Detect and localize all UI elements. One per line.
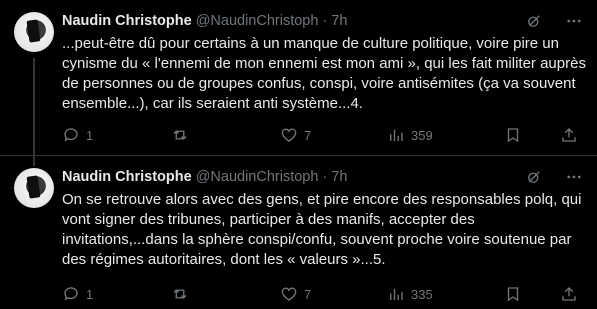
views-icon [390,288,403,300]
tweet-text: ...peut-être dû pour certains à un manqu… [62,35,586,112]
share-button[interactable] [560,126,578,144]
reply-count: 1 [86,286,94,302]
tweet-actions: 1 7 335 [62,284,583,304]
share-icon [562,287,576,301]
timestamp[interactable]: 7h [331,169,347,185]
reply-count: 1 [86,127,94,143]
views-button[interactable]: 359 [387,126,433,144]
more-icon[interactable] [565,168,583,186]
like-button[interactable]: 7 [280,126,311,144]
header-actions [525,167,583,187]
bookmark-button[interactable] [504,285,522,303]
tweet-text: On se retrouve alors avec des gens, et p… [62,191,582,268]
views-icon [390,129,403,141]
more-icon[interactable] [565,12,583,30]
separator-dot: · [322,169,328,185]
reply-icon [64,287,78,301]
avatar[interactable] [14,12,54,52]
share-icon [562,128,576,142]
heart-icon [281,128,297,142]
thread-connector-line [33,58,35,156]
separator-dot: · [322,13,328,29]
reply-button[interactable]: 1 [62,126,93,144]
timestamp[interactable]: 7h [331,13,347,29]
bookmark-icon [507,287,519,302]
retweet-button[interactable] [171,285,195,303]
author-name[interactable]: Naudin Christophe [62,13,192,29]
author-name[interactable]: Naudin Christophe [62,169,192,185]
avatar[interactable] [14,168,54,208]
view-count: 335 [411,286,433,302]
author-handle[interactable]: @NaudinChristoph [196,169,319,185]
retweet-icon [173,130,187,140]
view-count: 359 [411,127,433,143]
bookmark-button[interactable] [504,126,522,144]
like-count: 7 [304,127,312,143]
bookmark-icon [507,128,519,143]
tweet[interactable]: Naudin Christophe @NaudinChristoph · 7h … [0,156,597,309]
tweet-header: Naudin Christophe @NaudinChristoph · 7h [62,167,583,187]
reply-button[interactable]: 1 [62,285,93,303]
views-button[interactable]: 335 [387,285,433,303]
header-actions [525,11,583,31]
reply-icon [64,128,78,142]
thread-connector-line [33,156,35,166]
heart-icon [281,287,297,301]
like-button[interactable]: 7 [280,285,311,303]
retweet-button[interactable] [171,126,195,144]
tweet-header: Naudin Christophe @NaudinChristoph · 7h [62,11,583,31]
tweet[interactable]: Naudin Christophe @NaudinChristoph · 7h … [0,0,597,156]
author-handle[interactable]: @NaudinChristoph [196,13,319,29]
tweet-actions: 1 7 359 [62,125,583,145]
grok-icon[interactable] [525,12,543,30]
share-button[interactable] [560,285,578,303]
retweet-icon [173,289,187,299]
like-count: 7 [304,286,312,302]
grok-icon[interactable] [525,168,543,186]
